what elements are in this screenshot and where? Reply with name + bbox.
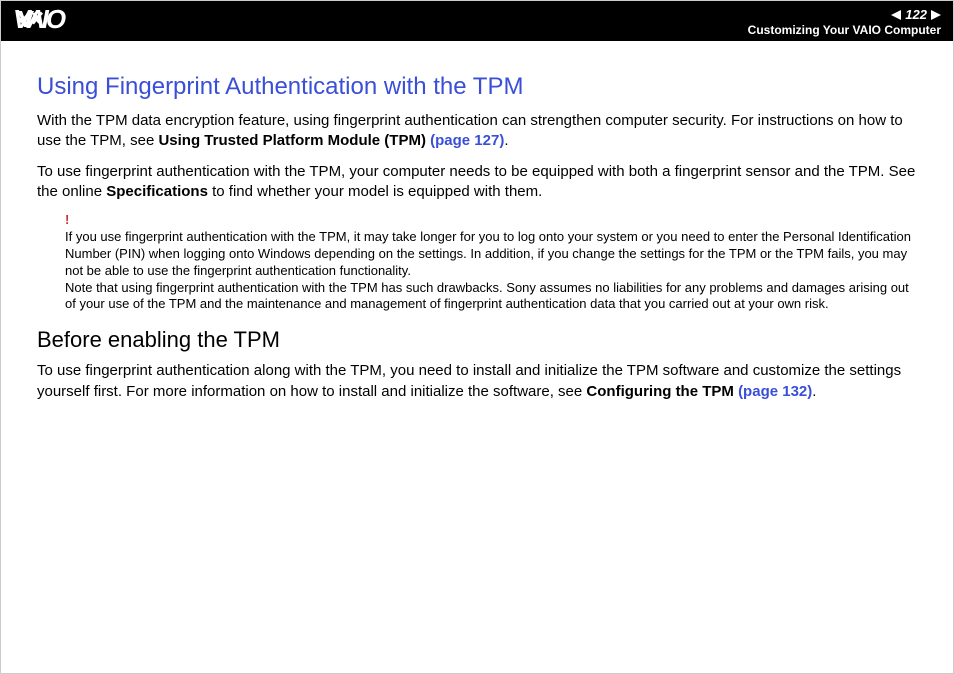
warning-note: ! If you use fingerprint authentication … (65, 212, 917, 313)
vaio-logo: ✔✘ VΛIO (13, 1, 63, 37)
page-title: Using Fingerprint Authentication with th… (37, 73, 917, 101)
page-content: Using Fingerprint Authentication with th… (1, 41, 953, 402)
page-number: 122 (903, 7, 929, 23)
warning-icon: ! (65, 212, 917, 229)
text: . (504, 132, 508, 149)
paragraph-1: With the TPM data encryption feature, us… (37, 111, 917, 152)
bold-text: Specifications (106, 183, 208, 200)
bold-text: Configuring the TPM (586, 383, 738, 400)
section-label: Customizing Your VAIO Computer (748, 23, 941, 37)
text: . (812, 383, 816, 400)
bold-text: Using Trusted Platform Module (TPM) (158, 132, 430, 149)
note-text-1: If you use fingerprint authentication wi… (65, 229, 917, 280)
page-ref-link[interactable]: (page 127) (430, 132, 504, 149)
paragraph-2: To use fingerprint authentication with t… (37, 162, 917, 203)
header-bar: ✔✘ VΛIO 122 Customizing Your VAIO Comput… (1, 1, 953, 41)
section-subtitle: Before enabling the TPM (37, 327, 917, 353)
paragraph-3: To use fingerprint authentication along … (37, 361, 917, 402)
note-text-2: Note that using fingerprint authenticati… (65, 280, 917, 314)
next-page-arrow-icon[interactable] (931, 10, 941, 20)
page-navigation: 122 (891, 7, 941, 23)
text: to find whether your model is equipped w… (208, 183, 542, 200)
prev-page-arrow-icon[interactable] (891, 10, 901, 20)
header-right: 122 Customizing Your VAIO Computer (748, 7, 941, 37)
vaio-logo-text: VΛIO (13, 4, 63, 35)
document-page: ✔✘ VΛIO 122 Customizing Your VAIO Comput… (0, 0, 954, 674)
page-ref-link[interactable]: (page 132) (738, 383, 812, 400)
